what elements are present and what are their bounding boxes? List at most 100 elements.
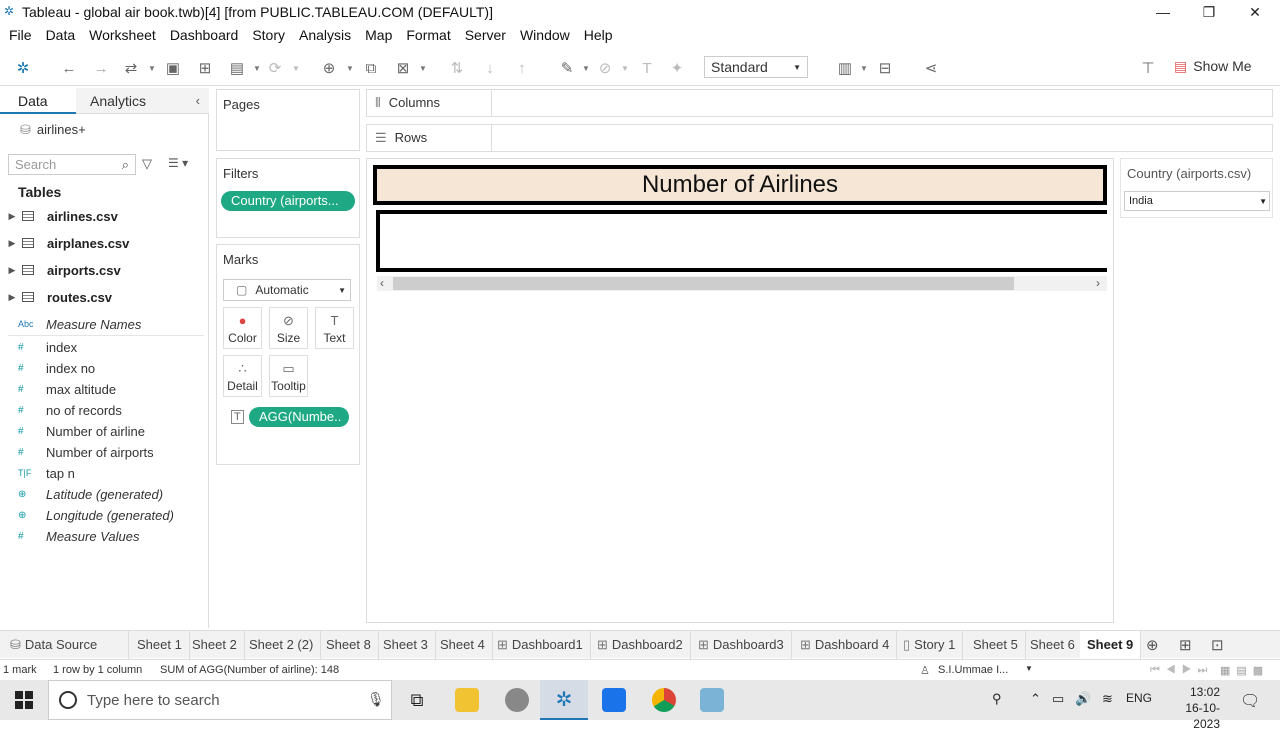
filters-card[interactable]: Filters Country (airports... xyxy=(216,158,360,238)
menu-window[interactable]: Window xyxy=(513,24,577,46)
tab-sheet[interactable]: Sheet 6 xyxy=(1023,631,1083,659)
search-input[interactable]: Search ⌕ xyxy=(8,154,136,175)
save-icon[interactable]: ▣ xyxy=(162,58,184,78)
microphone-icon[interactable]: 🎙 xyxy=(367,691,385,708)
volume-icon[interactable]: 🔊 xyxy=(1075,691,1091,707)
tab-sheet[interactable]: Sheet 2 (2) xyxy=(242,631,322,659)
replay-icon[interactable]: ⇄ xyxy=(120,58,142,78)
windows-start-icon[interactable] xyxy=(14,690,34,710)
tab-dashboard[interactable]: ⊞ Dashboard1 xyxy=(490,631,591,659)
new-worksheet-icon[interactable]: ⊕ xyxy=(318,58,340,78)
tab-analytics[interactable]: Analytics xyxy=(76,88,209,114)
marks-text-pill[interactable]: AGG(Numbe.. xyxy=(249,407,349,427)
linux-app-icon[interactable] xyxy=(505,688,529,712)
redo-icon[interactable]: → xyxy=(90,58,112,78)
show-me-button[interactable]: ▤ Show Me xyxy=(1174,58,1252,75)
refresh-dropdown-icon[interactable]: ▼ xyxy=(292,64,300,73)
field-item[interactable]: # max altitude xyxy=(0,379,209,399)
new-datasource-icon[interactable]: ⊞ xyxy=(194,58,216,78)
group-dropdown-icon[interactable]: ▼ xyxy=(621,64,629,73)
menu-analysis[interactable]: Analysis xyxy=(292,24,358,46)
filter-pill[interactable]: Country (airports... xyxy=(221,191,355,211)
view-title[interactable]: Number of Airlines xyxy=(373,165,1107,205)
people-icon[interactable]: ⚲ xyxy=(992,691,1002,707)
tab-sheet[interactable]: Sheet 3 xyxy=(376,631,436,659)
table-item[interactable]: ▶ airports.csv xyxy=(0,260,209,280)
share-icon[interactable]: ⋖ xyxy=(920,58,942,78)
field-item[interactable]: # Number of airports xyxy=(0,442,209,462)
rows-shelf[interactable]: ☰ Rows xyxy=(366,124,1273,152)
status-user[interactable]: S.I.Ummae I... xyxy=(938,664,1008,676)
tab-sheet[interactable]: Sheet 1 xyxy=(130,631,190,659)
cards-dropdown-icon[interactable]: ▼ xyxy=(860,64,868,73)
notifications-icon[interactable]: 🗨 xyxy=(1240,691,1260,711)
refresh-icon[interactable]: ⟳ xyxy=(264,58,286,78)
highlight-dropdown-icon[interactable]: ▼ xyxy=(582,64,590,73)
sheet-view-icons[interactable]: ▦▤▩ xyxy=(1220,664,1269,677)
field-item[interactable]: # Measure Values xyxy=(0,526,209,546)
menu-file[interactable]: File xyxy=(2,24,39,46)
tableau-taskbar-icon[interactable]: ✲ xyxy=(552,688,576,712)
cards-icon[interactable]: ▥ xyxy=(834,58,856,78)
pin-icon[interactable]: ✦ xyxy=(666,58,688,78)
menu-worksheet[interactable]: Worksheet xyxy=(82,24,163,46)
table-item[interactable]: ▶ airlines.csv xyxy=(0,206,209,226)
scroll-right-icon[interactable]: › xyxy=(1096,276,1100,290)
new-worksheet-dropdown-icon[interactable]: ▼ xyxy=(346,64,354,73)
size-button[interactable]: ⊘ Size xyxy=(269,307,308,349)
detail-button[interactable]: ∴ Detail xyxy=(223,355,262,397)
view-options-icon[interactable]: ☰ ▾ xyxy=(168,156,188,170)
new-dashboard-icon[interactable]: ⊞ xyxy=(1179,636,1192,654)
field-item[interactable]: # no of records xyxy=(0,400,209,420)
tab-dashboard[interactable]: ⊞ Dashboard3 xyxy=(691,631,792,659)
expand-icon[interactable]: ▶ xyxy=(6,292,18,303)
minimize-button[interactable]: — xyxy=(1140,0,1186,24)
language-indicator[interactable]: ENG xyxy=(1126,691,1152,705)
expand-icon[interactable]: ▶ xyxy=(6,265,18,276)
sort-ascending-icon[interactable]: ↓ xyxy=(479,58,501,78)
tooltip-button[interactable]: ▭ Tooltip xyxy=(269,355,308,397)
field-item[interactable]: ⊕ Longitude (generated) xyxy=(0,505,209,525)
tray-chevron-icon[interactable]: ⌃ xyxy=(1030,691,1041,707)
mark-type-select[interactable]: ▢ Automatic ▼ xyxy=(223,279,351,301)
columns-shelf[interactable]: ⦀ Columns xyxy=(366,89,1273,117)
table-item[interactable]: ▶ airplanes.csv xyxy=(0,233,209,253)
mail-icon[interactable] xyxy=(602,688,626,712)
tab-data[interactable]: Data xyxy=(0,88,76,114)
duplicate-sheet-icon[interactable]: ⧉ xyxy=(360,58,382,78)
chrome-icon[interactable] xyxy=(652,688,676,712)
close-button[interactable]: ✕ xyxy=(1232,0,1278,24)
menu-data[interactable]: Data xyxy=(39,24,83,46)
user-dropdown-icon[interactable]: ▼ xyxy=(1025,664,1033,673)
collapse-pane-icon[interactable]: ‹ xyxy=(196,93,200,108)
expand-icon[interactable]: ▶ xyxy=(6,211,18,222)
menu-map[interactable]: Map xyxy=(358,24,399,46)
field-item[interactable]: # index xyxy=(0,337,209,357)
pause-updates-icon[interactable]: ▤ xyxy=(226,58,248,78)
tab-sheet[interactable]: Sheet 8 xyxy=(319,631,379,659)
app-icon[interactable] xyxy=(700,688,724,712)
pause-dropdown-icon[interactable]: ▼ xyxy=(253,64,261,73)
table-item[interactable]: ▶ routes.csv xyxy=(0,287,209,307)
scrollbar-thumb[interactable] xyxy=(393,277,1014,290)
field-item[interactable]: T|F tap n xyxy=(0,463,209,483)
tab-sheet[interactable]: Sheet 4 xyxy=(433,631,493,659)
sort-descending-icon[interactable]: ↑ xyxy=(511,58,533,78)
field-item[interactable]: # Number of airline xyxy=(0,421,209,441)
taskbar-clock[interactable]: 13:02 16-10-2023 xyxy=(1160,684,1220,732)
tab-sheet-active[interactable]: Sheet 9 xyxy=(1080,631,1142,659)
task-view-icon[interactable]: ⧉ xyxy=(405,688,429,712)
filter-fields-icon[interactable]: ▽ xyxy=(142,156,152,172)
pages-card[interactable]: Pages xyxy=(216,89,360,151)
color-button[interactable]: ● Color xyxy=(223,307,262,349)
menu-help[interactable]: Help xyxy=(577,24,620,46)
clear-sheet-icon[interactable]: ⊠ xyxy=(392,58,414,78)
quick-filter-select[interactable]: India ▼ xyxy=(1124,191,1270,211)
menu-dashboard[interactable]: Dashboard xyxy=(163,24,246,46)
highlight-icon[interactable]: ✎ xyxy=(556,58,578,78)
menu-story[interactable]: Story xyxy=(245,24,292,46)
taskbar-search-input[interactable]: Type here to search 🎙 xyxy=(48,680,392,720)
scroll-left-icon[interactable]: ‹ xyxy=(380,276,384,290)
fit-mode-select[interactable]: Standard ▼ xyxy=(704,56,808,78)
field-item[interactable]: # index no xyxy=(0,358,209,378)
